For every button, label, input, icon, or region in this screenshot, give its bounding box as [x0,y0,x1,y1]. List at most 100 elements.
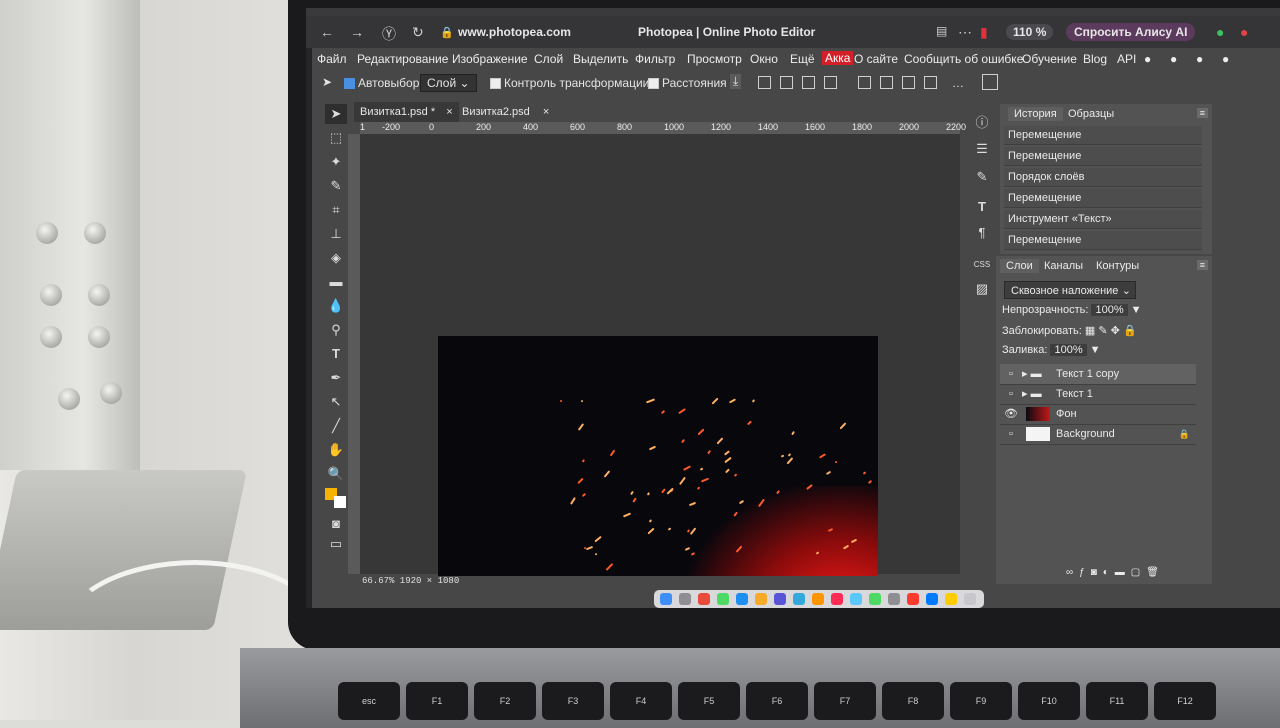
menu-item[interactable]: Blog [1083,52,1107,66]
trash-icon[interactable]: 🗑 [1146,567,1165,578]
menu-item[interactable]: Акка [822,51,853,65]
dock-app-icon[interactable] [679,593,691,605]
menu-item[interactable]: Редактирование [357,52,448,66]
folder-icon[interactable]: ▸ ▬ [1022,384,1042,404]
menu-item[interactable]: Фильтр [635,52,675,66]
autoselect-checkbox[interactable]: Автовыбор [344,76,419,90]
line-tool-icon[interactable]: ╱ [325,416,347,436]
pen-tool-icon[interactable]: ✒ [325,368,347,388]
visibility-eye-icon[interactable]: ▫ [1004,364,1018,384]
menu-item[interactable]: Обучение [1022,52,1077,66]
layer-row[interactable]: ▫ Background 🔒 [1000,424,1196,445]
history-item[interactable]: Перемещение [1004,147,1202,166]
history-item[interactable]: Перемещение [1004,189,1202,208]
fill-value[interactable]: 100% [1050,344,1086,356]
fx-icon[interactable]: ƒ [1079,567,1091,578]
menu-item[interactable]: Ещё [790,52,815,66]
eyedropper-tool-icon[interactable]: ✎ [325,176,347,196]
opacity-value[interactable]: 100% [1091,304,1127,316]
dock-app-icon[interactable] [698,593,710,605]
tab-vizitka2[interactable]: Визитка2.psd × [456,102,555,122]
panel-menu-icon[interactable]: ≡ [1197,108,1208,118]
quick-mask-icon[interactable]: ◙ [325,514,347,534]
layer-select[interactable]: Слой ⌄ [420,74,477,92]
more-icon[interactable]: … [952,76,964,90]
dodge-tool-icon[interactable]: ⚲ [325,320,347,340]
align-right-icon[interactable] [802,76,815,89]
layer-row[interactable]: 👁 Фон [1000,404,1196,425]
lock-brush-icon[interactable]: ✎ [1098,325,1107,337]
history-item[interactable]: Перемещение [1004,126,1202,145]
distribute-icon[interactable] [902,76,915,89]
forward-icon[interactable]: → [350,24,364,40]
dock-app-icon[interactable] [755,593,767,605]
tab-vizitka1[interactable]: Визитка1.psd * × [354,102,459,122]
eraser-tool-icon[interactable]: ◈ [325,248,347,268]
gradient-tool-icon[interactable]: ▬ [325,272,347,292]
dock-app-icon[interactable] [774,593,786,605]
blend-mode-select[interactable]: Сквозное наложение ⌄ [1004,281,1136,299]
download-icon[interactable]: ⤓ [730,74,741,89]
lock-pixels-icon[interactable]: ▦ [1085,325,1095,337]
extension-icon[interactable]: ● [1216,24,1224,40]
menu-item[interactable]: Файл [317,52,347,66]
extension-icon[interactable]: ● [1240,24,1248,40]
dock-app-icon[interactable] [964,593,976,605]
zoom-tool-icon[interactable]: 🔍 [325,464,347,484]
menu-item[interactable]: Слой [534,52,563,66]
reader-icon[interactable]: ▤ [936,24,947,38]
distribute-icon[interactable] [880,76,893,89]
move-tool-icon[interactable]: ➤ [322,75,332,89]
panel-menu-icon[interactable]: ≡ [1197,260,1208,270]
character-icon[interactable]: T [972,196,992,218]
canvas-workspace[interactable] [360,134,960,574]
tab-layers[interactable]: Слои [1000,259,1039,273]
css-icon[interactable]: CSS [972,254,992,276]
dock-app-icon[interactable] [660,593,672,605]
menu-item[interactable]: API [1117,52,1136,66]
alice-ai-button[interactable]: Спросить Алису AI [1066,23,1195,41]
grid-icon[interactable] [982,74,998,90]
move-tool-icon[interactable]: ➤ [325,104,347,124]
marquee-tool-icon[interactable]: ⬚ [325,128,347,148]
distribute-icon[interactable] [858,76,871,89]
zoom-badge[interactable]: 110 % [1006,24,1053,40]
dock-app-icon[interactable] [736,593,748,605]
adjustment-icon[interactable]: ◐ [1103,567,1115,578]
dock-app-icon[interactable] [869,593,881,605]
dock-app-icon[interactable] [831,593,843,605]
url-text[interactable]: www.photopea.com [458,25,571,39]
document-canvas[interactable] [438,336,878,576]
dock-app-icon[interactable] [926,593,938,605]
tab-swatches[interactable]: Образцы [1062,107,1120,121]
link-icon[interactable]: ∞ [1066,567,1079,578]
more-icon[interactable]: ⋯ [958,24,972,41]
folder-icon[interactable]: ▸ ▬ [1022,364,1042,384]
type-tool-icon[interactable]: T [325,344,347,364]
layer-row[interactable]: ▫ ▸ ▬ Текст 1 copy [1000,364,1196,385]
bookmark-icon[interactable]: ▮ [980,24,988,41]
distribute-icon[interactable] [924,76,937,89]
visibility-eye-icon[interactable]: ▫ [1004,384,1018,404]
tab-channels[interactable]: Каналы [1038,259,1089,273]
dock-app-icon[interactable] [945,593,957,605]
align-top-icon[interactable] [824,76,837,89]
back-icon[interactable]: ← [320,24,334,40]
dock-app-icon[interactable] [888,593,900,605]
align-center-icon[interactable] [780,76,793,89]
hand-tool-icon[interactable]: ✋ [325,440,347,460]
history-item[interactable]: Перемещение [1004,231,1202,250]
crop-tool-icon[interactable]: ⌗ [325,200,347,220]
tab-paths[interactable]: Контуры [1090,259,1145,273]
background-color-swatch[interactable] [334,496,346,508]
align-left-icon[interactable] [758,76,771,89]
new-layer-icon[interactable]: ▢ [1131,567,1146,578]
visibility-eye-icon[interactable]: ▫ [1004,424,1018,444]
menu-item[interactable]: Просмотр [687,52,742,66]
facebook-icon[interactable]: ● [1222,52,1229,66]
menu-item[interactable]: Сообщить об ошибке [904,52,1023,66]
mask-icon[interactable]: ◙ [1091,567,1103,578]
reddit-icon[interactable]: ● [1170,52,1177,66]
brush-icon[interactable]: ✎ [972,166,992,188]
paragraph-icon[interactable]: ¶ [972,222,992,244]
